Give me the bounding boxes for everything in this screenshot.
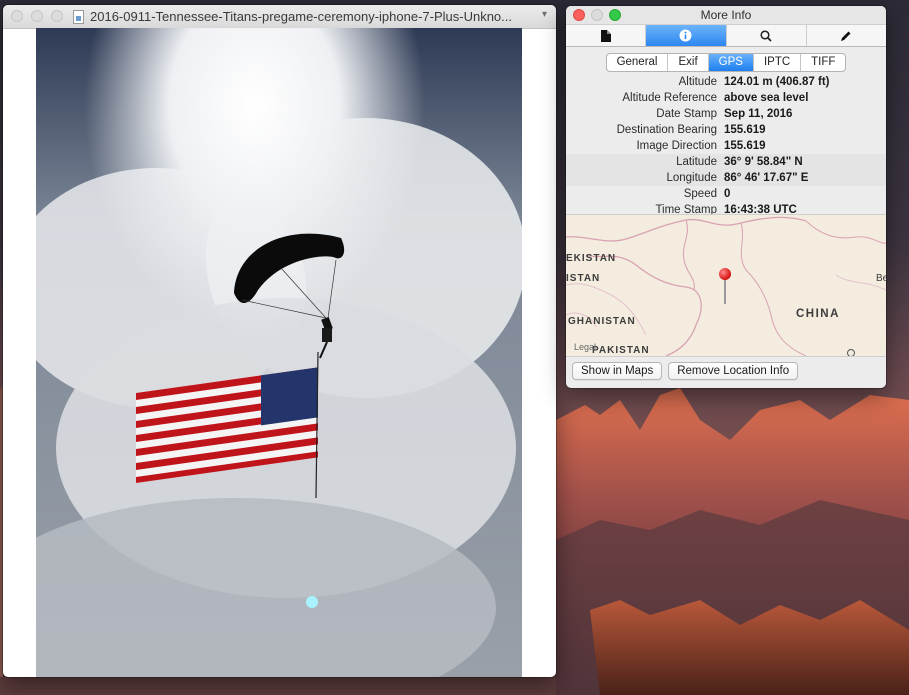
gps-key: Date Stamp [656,108,717,120]
gps-row-altitude: Altitude 124.01 m (406.87 ft) [566,74,886,90]
pin-needle [724,279,726,304]
info-titlebar[interactable]: More Info [566,6,886,24]
document-title[interactable]: 2016-0911-Tennessee-Titans-pregame-cerem… [73,9,512,24]
chevron-down-icon[interactable]: ▾ [542,9,547,20]
gps-row-longitude: Longitude 86° 46' 17.67" E [566,170,886,186]
preview-titlebar[interactable]: 2016-0911-Tennessee-Titans-pregame-cerem… [3,5,556,29]
map-label: Be [876,273,886,284]
pin-head [719,268,731,280]
tab-info[interactable] [646,25,727,46]
gps-value: 0 [724,188,731,200]
gps-key: Latitude [676,156,717,168]
gps-row-time-stamp: Time Stamp 16:43:38 UTC [566,202,886,214]
gps-key: Speed [683,188,717,200]
search-icon [760,29,772,42]
gps-value: 155.619 [724,124,766,136]
gps-row-speed: Speed 0 [566,186,886,202]
gps-value: 16:43:38 UTC [724,204,797,214]
location-actions: Show in Maps Remove Location Info [572,362,799,380]
map-pin-icon [718,268,732,308]
segment-general[interactable]: General [607,54,669,71]
gps-value: 86° 46' 17.67" E [724,172,809,184]
gps-row-date-stamp: Date Stamp Sep 11, 2016 [566,106,886,122]
close-button[interactable] [573,9,585,21]
preview-window: 2016-0911-Tennessee-Titans-pregame-cerem… [3,5,556,677]
photo-image [36,28,522,677]
metadata-segmented-control: General Exif GPS IPTC TIFF [605,53,847,72]
show-in-maps-button[interactable]: Show in Maps [572,362,663,380]
document-icon [600,29,611,42]
tab-general-document[interactable] [566,25,647,46]
minimize-button[interactable] [31,10,43,22]
tab-markup[interactable] [807,25,886,46]
gps-key: Altitude [678,76,717,88]
segment-iptc[interactable]: IPTC [754,54,802,71]
gps-key: Time Stamp [655,204,717,214]
gps-value: Sep 11, 2016 [724,108,793,120]
close-button[interactable] [11,10,23,22]
info-icon [679,29,692,42]
map-label: CHINA [796,308,840,320]
segment-gps[interactable]: GPS [708,54,754,71]
map-label: PAKISTAN [592,345,650,356]
info-window-title: More Info [700,8,752,22]
gps-key: Image Direction [636,140,717,152]
map-label: GHANISTAN [568,316,636,327]
map-label: EKISTAN [566,253,617,264]
tab-search[interactable] [727,25,807,46]
gps-row-latitude: Latitude 36° 9' 58.84" N [566,154,886,170]
metadata-segment-row: General Exif GPS IPTC TIFF [566,47,886,75]
gps-value: 124.01 m (406.87 ft) [724,76,830,88]
document-title-text: 2016-0911-Tennessee-Titans-pregame-cerem… [90,9,512,24]
map-legal-link[interactable]: Legal [574,342,596,352]
compass-icon[interactable] [847,349,855,356]
document-proxy-icon[interactable] [73,9,84,24]
gps-row-image-direction: Image Direction 155.619 [566,138,886,154]
remove-location-info-button[interactable]: Remove Location Info [668,362,799,380]
gps-value: above sea level [724,92,809,104]
gps-row-destination-bearing: Destination Bearing 155.619 [566,122,886,138]
more-info-window: More Info General Exif GPS IPTC TIFF Alt… [566,6,886,388]
gps-metadata-list[interactable]: Altitude 124.01 m (406.87 ft) Altitude R… [566,74,886,214]
segment-exif[interactable]: Exif [668,54,709,71]
map-label: ISTAN [566,273,601,284]
zoom-button[interactable] [51,10,63,22]
zoom-button[interactable] [609,9,621,21]
gps-key: Altitude Reference [622,92,717,104]
gps-row-altitude-reference: Altitude Reference above sea level [566,90,886,106]
parachutist-flag-photo [36,28,522,677]
segment-tiff[interactable]: TIFF [801,54,845,71]
inspector-toolbar [566,24,886,47]
location-map[interactable]: EKISTAN ISTAN GHANISTAN PAKISTAN CHINA B… [566,214,886,357]
pencil-icon [841,31,851,41]
gps-key: Longitude [666,172,717,184]
minimize-button[interactable] [591,9,603,21]
gps-value: 155.619 [724,140,766,152]
gps-value: 36° 9' 58.84" N [724,156,803,168]
gps-key: Destination Bearing [616,124,717,136]
